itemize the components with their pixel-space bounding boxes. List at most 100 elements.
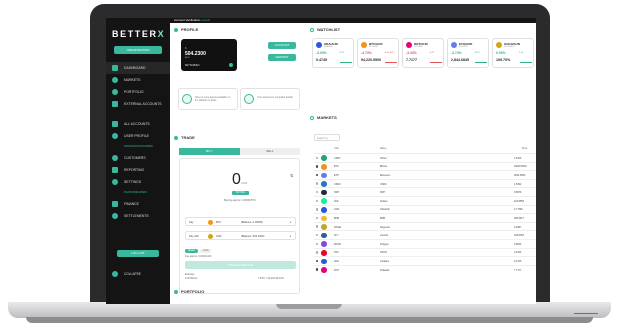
star-icon[interactable] [316,173,319,177]
account-button[interactable]: ACCOUNT [268,42,296,49]
organisation-button[interactable]: ORGANISATION [114,46,162,54]
pay-with-select[interactable]: Pay with AUD (Balance: 504.2300) ▾ [185,231,296,240]
sidebar-item-user-profile[interactable]: USER PROFILE [106,130,170,142]
trade-amount[interactable]: 0AUD [232,171,247,189]
table-row[interactable]: TRX TRON 0.2162 [314,247,536,256]
star-icon[interactable] [316,225,319,228]
card-status-icon [229,63,233,67]
star-icon[interactable] [316,216,319,220]
star-icon[interactable] [316,233,319,237]
sidebar-item-finance[interactable]: FINANCE [106,198,170,210]
pair-price: 7.7177 [406,58,417,62]
col-coin[interactable]: Coin [334,147,339,150]
swap-icon[interactable]: ⇅ [290,173,293,178]
coin-price: 7.7177 [514,268,522,272]
table-row[interactable]: USDC USDC 1.5292 [314,178,536,187]
collapse-button[interactable]: COLLAPSE [106,268,170,280]
coin-symbol: XRP [334,191,339,195]
change-value: -0.02 [339,52,344,54]
tab-sell[interactable]: SELL [239,148,300,155]
star-icon[interactable] [316,208,319,211]
sidebar-item-external-accounts[interactable]: EXTERNAL ACCOUNTS [106,98,170,110]
table-row[interactable]: SOL Solana 224.8553 [314,196,536,204]
watchlist-card[interactable]: BTC/AUD BTC/AUD -4.73% -4,4k 35% 94,220.5500 [357,38,399,68]
table-row[interactable]: ETH Ethereum 2844.6845 [314,170,536,179]
pay-select[interactable]: Pay BTC (Balance: 0.00000) ▾ [185,217,296,226]
sidebar-item-portfolio[interactable]: PORTFOLIO [106,86,170,98]
sidebar-item-customers[interactable]: CUSTOMERS [106,152,170,164]
markets-search-input[interactable]: Search by... [314,134,340,141]
star-icon[interactable] [316,190,319,194]
profile-title: PROFILE [174,26,303,34]
brand-logo[interactable]: BETTERX [112,29,165,39]
coin-symbol: USDT [334,156,341,160]
coin-name: Litecoin [380,234,389,238]
sidebar-item-dashboard[interactable]: DASHBOARD [106,62,170,74]
star-icon[interactable] [316,182,319,185]
sidebar-item-settings[interactable]: SETTINGS [106,176,170,188]
tab-limit[interactable]: Limit [200,249,212,253]
star-icon[interactable] [316,251,319,254]
star-icon[interactable] [316,156,319,159]
table-row[interactable]: LINK Chainlink 17.7682 [314,204,536,213]
table-row[interactable]: BTC Bitcoin 94220.5500 [314,161,536,170]
markets-title: MARKETS [310,114,337,122]
sidebar-item-reporting[interactable]: REPORTING [106,164,170,176]
table-row[interactable]: BNB BNB 930.5617 [314,213,536,222]
table-row[interactable]: XRP XRP 0.8979 [314,187,536,196]
coin-symbol: TRX [334,251,339,255]
tip-card-compliance[interactable]: Your account for compliant details [240,88,300,110]
coin-price: 224.8553 [514,199,524,203]
star-icon[interactable] [316,259,319,263]
sidebar-item-markets[interactable]: MARKETS [106,74,170,86]
col-name[interactable]: Name [380,147,386,150]
deposit-button[interactable]: DEPOSIT [268,54,296,61]
coin-symbol: BNB [334,216,339,220]
star-icon[interactable] [316,268,319,271]
coin-symbol: DOGE [334,225,342,229]
watchlist-card[interactable]: DOT/AUD DOT/AUD -3.33% -0.28 7.7177 [402,38,444,68]
sidebar-item-settlements[interactable]: SETTLEMENTS [106,210,170,222]
chevron-down-icon: ▾ [289,221,291,224]
watchlist-card[interactable]: ADA/AUD ADA/AUD -3.00% -0.02 0.4745 [312,38,354,68]
coin-icon [321,267,327,273]
coin-name: XRP [380,191,385,195]
sparkline [340,59,352,63]
watchlist-card[interactable]: GOLD/AUD GOLD/AUD 0.00% 0.00 105.70% [492,38,534,68]
table-row[interactable]: MATIC Polygon 0.5844 [314,239,536,247]
logout-button[interactable]: LOG OUT [117,250,159,257]
laptop-mockup: BETTERX ORGANISATION DASHBOARD MARKETS P… [0,0,619,331]
account-verification-label[interactable]: Account Verification [174,18,200,22]
table-row[interactable]: LTC Litecoin 108.8354 [314,230,536,239]
trade-settle-button[interactable]: TRADE & SETTLE [185,261,296,269]
tip-card-assets[interactable]: Stay on more assets available on the pla… [178,88,238,110]
star-icon[interactable] [316,165,319,168]
star-icon[interactable] [316,242,319,245]
finance-icon [112,201,118,207]
coin-price: 17.7682 [514,208,523,212]
coin-price: 94220.5500 [514,165,527,169]
markets-table-header: Coin Name Price [314,146,536,152]
pair-price: 105.70% [496,58,511,62]
settlements-icon [112,213,118,219]
table-row[interactable]: USDT Tether 1.5316 [314,153,536,161]
coin-name: Cardano [380,259,390,263]
tab-market[interactable]: Market [185,249,199,253]
chart-icon [310,116,314,120]
table-row[interactable]: ADA Cardano 0.4745 [314,256,536,265]
star-icon[interactable] [316,199,319,202]
coin-price: 2844.6845 [514,173,526,177]
coin-name: Polkadot [380,268,390,272]
coin-icon [321,172,327,179]
col-price[interactable]: Price [522,147,527,150]
watchlist-card[interactable]: ETH/AUD ETH/AUD -3.74% -110.7 2,844.6845 [447,38,489,68]
eye-icon [310,28,314,32]
coin-icon [321,232,327,239]
sidebar-item-all-accounts[interactable]: ALL ACCOUNTS [106,118,170,130]
profile-trade-panel: PROFILE $ 504.2300 AUD BETTERMEX ACCOUNT… [174,26,303,304]
table-row[interactable]: DOT Polkadot 7.7177 [314,264,536,273]
tab-buy[interactable]: BUY [179,148,240,155]
coin-symbol: DOT [334,268,340,272]
collapse-icon [112,271,118,277]
table-row[interactable]: DOGE Dogecoin 0.1887 [314,221,536,230]
